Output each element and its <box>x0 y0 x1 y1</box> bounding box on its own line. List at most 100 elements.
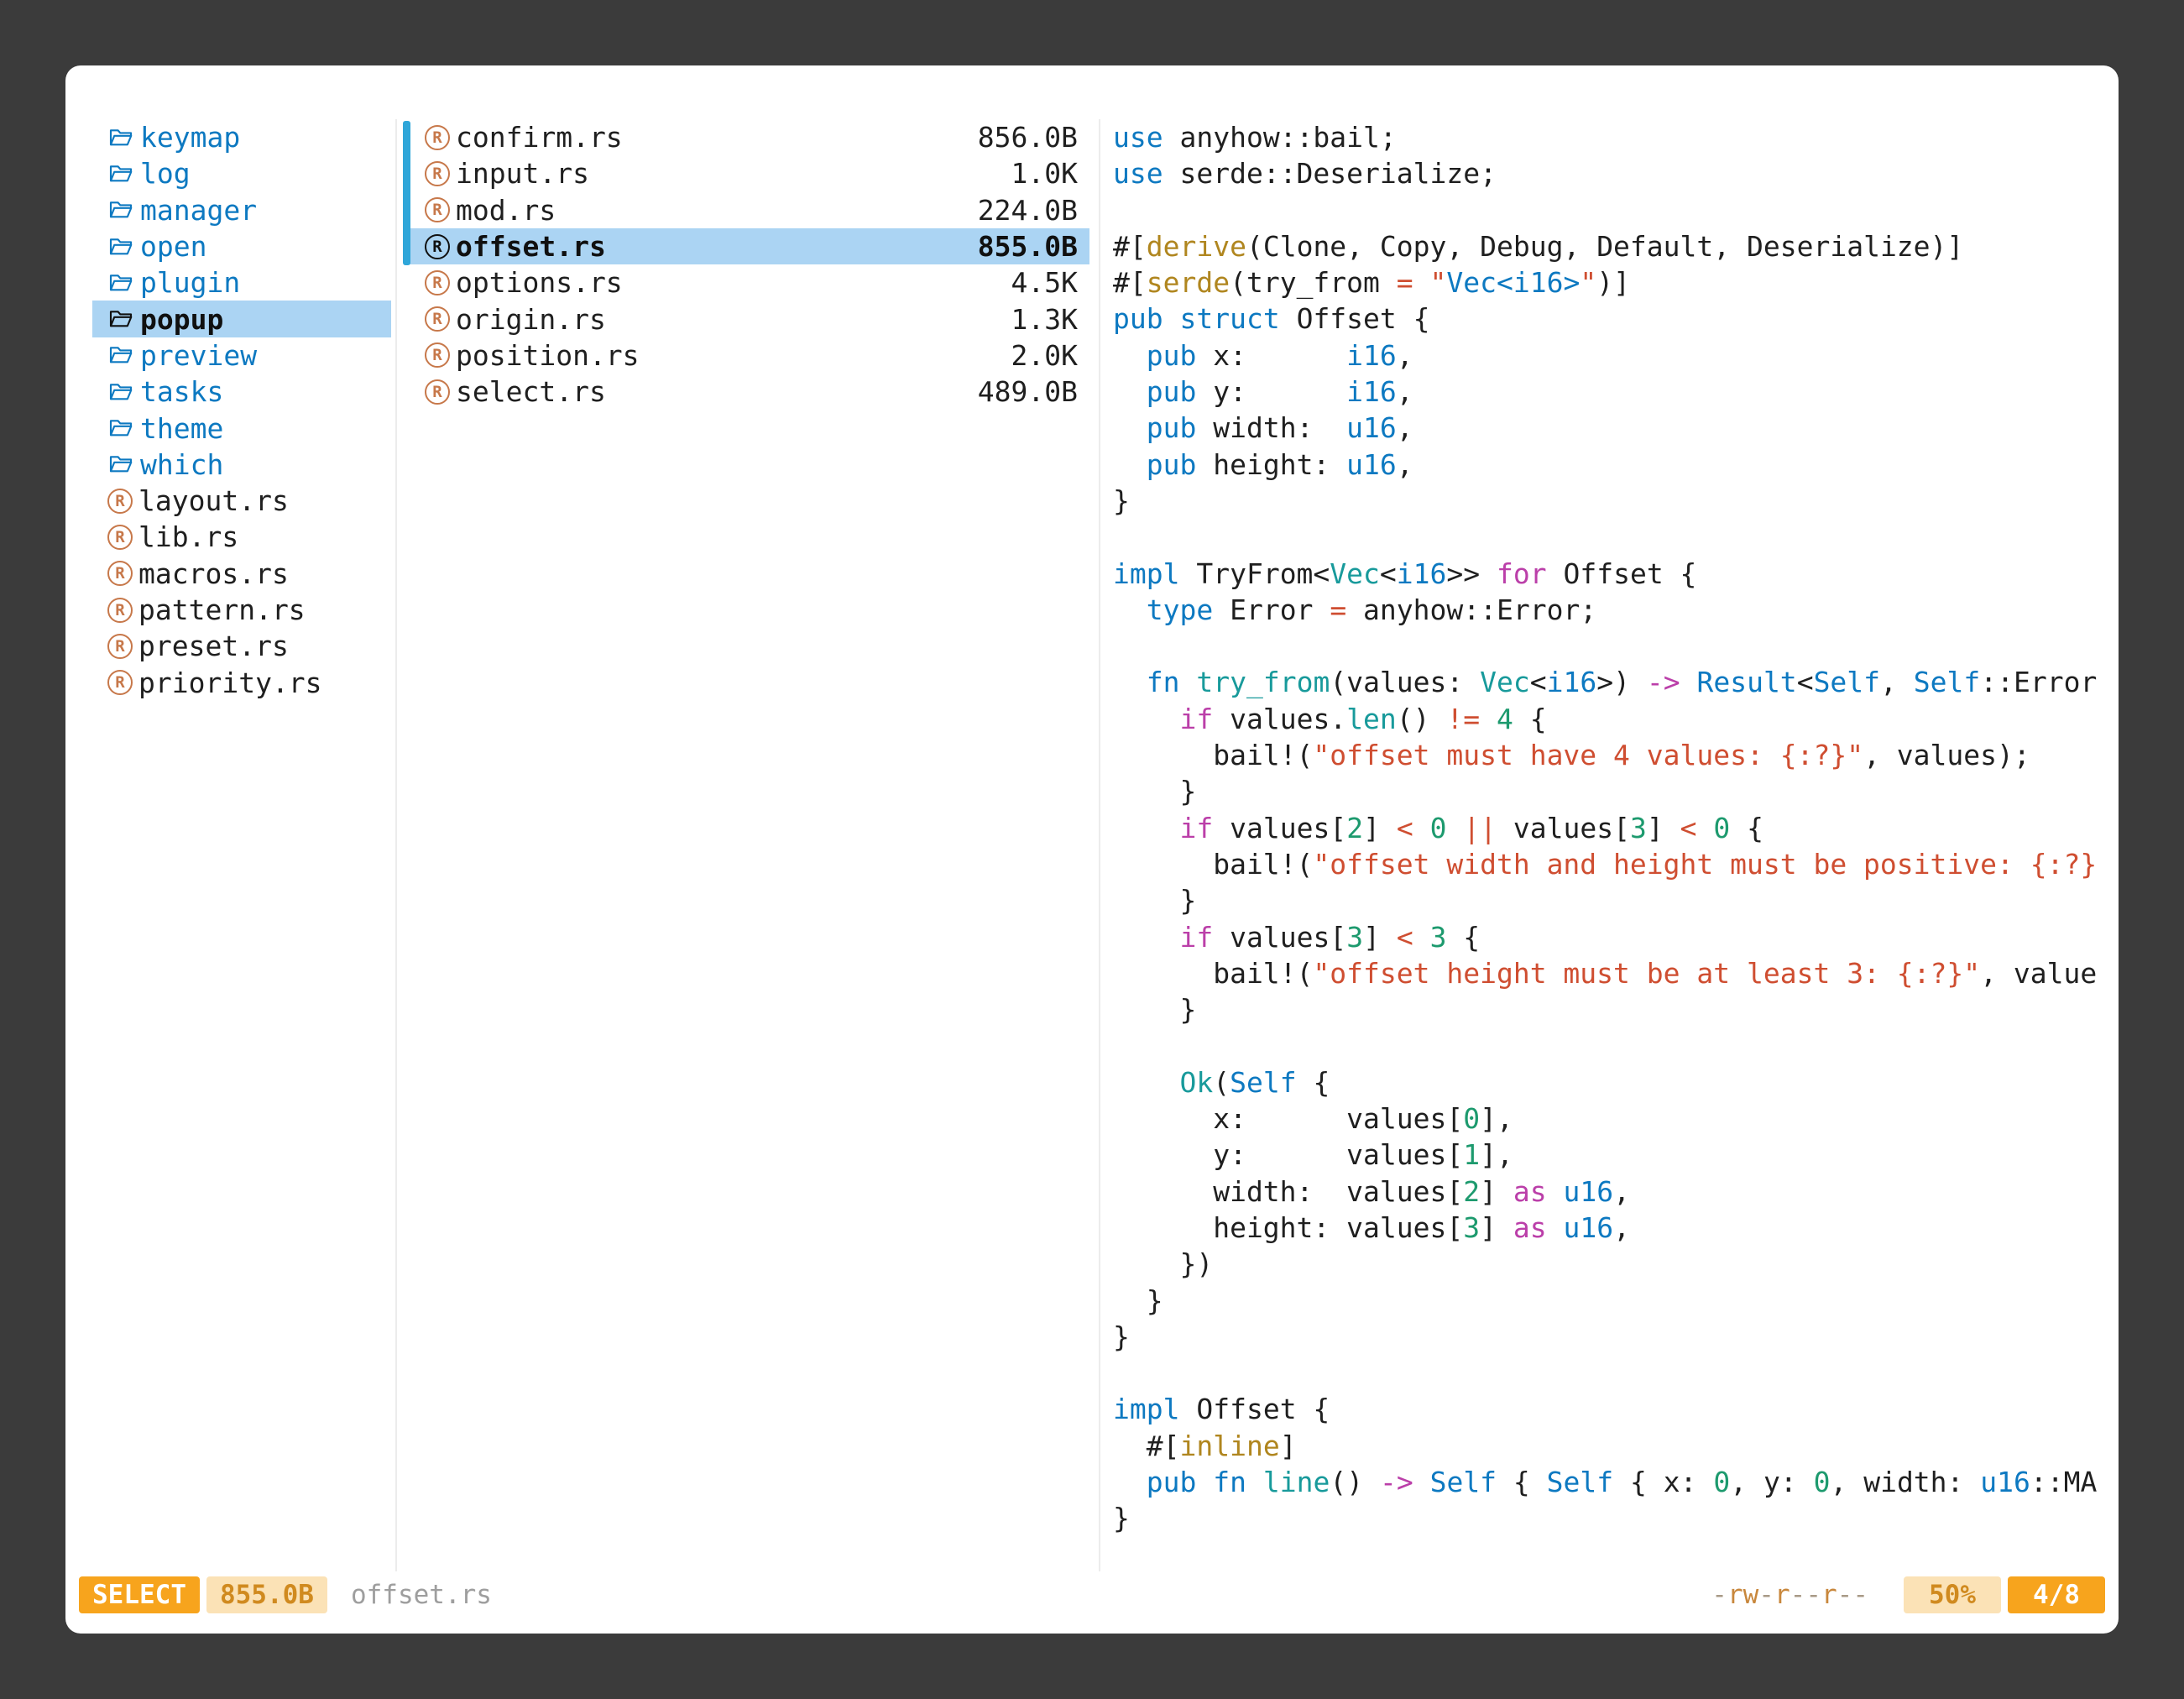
dir-item-theme[interactable]: theme <box>92 410 391 446</box>
file-item-macros.rs[interactable]: Rmacros.rs <box>92 556 391 592</box>
code-line: }) <box>1113 1246 2112 1282</box>
dir-item-which[interactable]: which <box>92 447 391 483</box>
file-list: Rconfirm.rs 856.0B Rinput.rs 1.0K Rmod.rs 224… <box>403 119 1089 410</box>
code-line <box>1113 519 2112 555</box>
file-manager-window: keymaplog manageropenpluginpopuppreviewta… <box>65 65 2119 1634</box>
rust-file-icon: R <box>425 161 450 186</box>
code-line: #[derive(Clone, Copy, Debug, Default, De… <box>1113 228 2112 264</box>
code-line: } <box>1113 483 2112 519</box>
item-label: keymap <box>140 121 240 154</box>
file-row-confirm.rs[interactable]: Rconfirm.rs856.0B <box>410 119 1089 155</box>
dir-item-manager[interactable]: manager <box>92 192 391 228</box>
code-line: #[inline] <box>1113 1428 2112 1464</box>
code-line: y: values[1], <box>1113 1137 2112 1173</box>
file-name: mod.rs <box>456 194 556 227</box>
folder-open-icon <box>107 415 134 442</box>
folder-open-icon <box>107 196 134 223</box>
dir-item-keymap[interactable]: keymap <box>92 119 391 155</box>
code-line: } <box>1113 773 2112 809</box>
rust-file-icon: R <box>425 379 450 405</box>
file-item-pattern.rs[interactable]: Rpattern.rs <box>92 592 391 628</box>
item-label: which <box>140 448 223 481</box>
rust-file-icon: R <box>107 525 133 550</box>
file-item-lib.rs[interactable]: Rlib.rs <box>92 519 391 555</box>
item-label: open <box>140 230 206 263</box>
code-line: width: values[2] as u16, <box>1113 1174 2112 1210</box>
code-line: } <box>1113 882 2112 918</box>
dir-item-log[interactable]: log <box>92 155 391 191</box>
code-line: #[serde(try_from = "Vec<i16>")] <box>1113 264 2112 301</box>
scrollbar[interactable] <box>403 121 410 265</box>
parent-pane: keymaplog manageropenpluginpopuppreviewta… <box>92 119 391 701</box>
folder-open-icon <box>107 342 134 369</box>
file-item-priority.rs[interactable]: Rpriority.rs <box>92 664 391 700</box>
item-label: priority.rs <box>138 667 322 699</box>
code-line: height: values[3] as u16, <box>1113 1210 2112 1246</box>
code-line: bail!("offset width and height must be p… <box>1113 846 2112 882</box>
file-name: confirm.rs <box>456 121 623 154</box>
file-row-position.rs[interactable]: Rposition.rs2.0K <box>410 337 1089 374</box>
code-line: pub width: u16, <box>1113 410 2112 446</box>
code-preview: use anyhow::bail;use serde::Deserialize;… <box>1113 119 2112 1537</box>
code-line: if values[3] < 3 { <box>1113 919 2112 955</box>
cursor-position-badge: 4/8 <box>2008 1576 2105 1613</box>
dir-item-plugin[interactable]: plugin <box>92 264 391 301</box>
code-line <box>1113 628 2112 664</box>
folder-open-icon <box>107 269 134 296</box>
dir-item-preview[interactable]: preview <box>92 337 391 374</box>
file-row-options.rs[interactable]: Roptions.rs4.5K <box>410 264 1089 301</box>
file-name: options.rs <box>456 266 623 299</box>
status-bar: SELECT 855.0B offset.rs -rw-r--r-- 50% 4… <box>79 1576 2105 1613</box>
file-size: 1.3K <box>1011 303 1078 336</box>
code-line: pub y: i16, <box>1113 374 2112 410</box>
folder-open-icon <box>107 124 134 151</box>
file-name: input.rs <box>456 157 589 190</box>
item-label: plugin <box>140 266 240 299</box>
file-size-badge: 855.0B <box>206 1576 327 1613</box>
dir-item-tasks[interactable]: tasks <box>92 374 391 410</box>
file-row-offset.rs[interactable]: Roffset.rs855.0B <box>410 228 1089 264</box>
file-size: 489.0B <box>978 375 1078 408</box>
rust-file-icon: R <box>425 234 450 259</box>
code-line: Ok(Self { <box>1113 1064 2112 1100</box>
file-row-input.rs[interactable]: Rinput.rs 1.0K <box>410 155 1089 191</box>
item-label: log <box>140 157 191 190</box>
file-item-layout.rs[interactable]: Rlayout.rs <box>92 483 391 519</box>
rust-file-icon: R <box>425 197 450 222</box>
item-label: preview <box>140 339 257 372</box>
file-name: position.rs <box>456 339 640 372</box>
code-line: bail!("offset must have 4 values: {:?}",… <box>1113 737 2112 773</box>
item-label: tasks <box>140 375 223 408</box>
preview-pane: use anyhow::bail;use serde::Deserialize;… <box>1106 119 2112 1537</box>
file-size: 1.0K <box>1011 157 1078 190</box>
file-size: 856.0B <box>978 121 1078 154</box>
rust-file-icon: R <box>107 561 133 586</box>
item-label: lib.rs <box>138 520 238 553</box>
code-line: impl Offset { <box>1113 1391 2112 1427</box>
item-label: manager <box>140 194 257 227</box>
file-item-preset.rs[interactable]: Rpreset.rs <box>92 628 391 664</box>
code-line: pub x: i16, <box>1113 337 2112 374</box>
mode-badge: SELECT <box>79 1576 200 1613</box>
file-row-select.rs[interactable]: Rselect.rs489.0B <box>410 374 1089 410</box>
rust-file-icon: R <box>107 634 133 659</box>
file-row-mod.rs[interactable]: Rmod.rs 224.0B <box>410 192 1089 228</box>
file-row-origin.rs[interactable]: Rorigin.rs1.3K <box>410 301 1089 337</box>
item-label: pattern.rs <box>138 593 306 626</box>
code-line: } <box>1113 1500 2112 1536</box>
file-size: 224.0B <box>978 194 1078 227</box>
rust-file-icon: R <box>425 342 450 368</box>
folder-open-icon <box>107 233 134 260</box>
code-line: use anyhow::bail; <box>1113 119 2112 155</box>
dir-item-open[interactable]: open <box>92 228 391 264</box>
pane-separator <box>395 119 397 1571</box>
code-line: use serde::Deserialize; <box>1113 155 2112 191</box>
dir-item-popup[interactable]: popup <box>92 301 391 337</box>
permissions-text: -rw-r--r-- <box>1711 1580 1868 1610</box>
file-name: offset.rs <box>456 230 606 263</box>
code-line: pub fn line() -> Self { Self { x: 0, y: … <box>1113 1464 2112 1500</box>
rust-file-icon: R <box>107 670 133 695</box>
code-line: impl TryFrom<Vec<i16>> for Offset { <box>1113 556 2112 592</box>
code-line <box>1113 1355 2112 1391</box>
desktop-background: keymaplog manageropenpluginpopuppreviewta… <box>0 0 2184 1699</box>
